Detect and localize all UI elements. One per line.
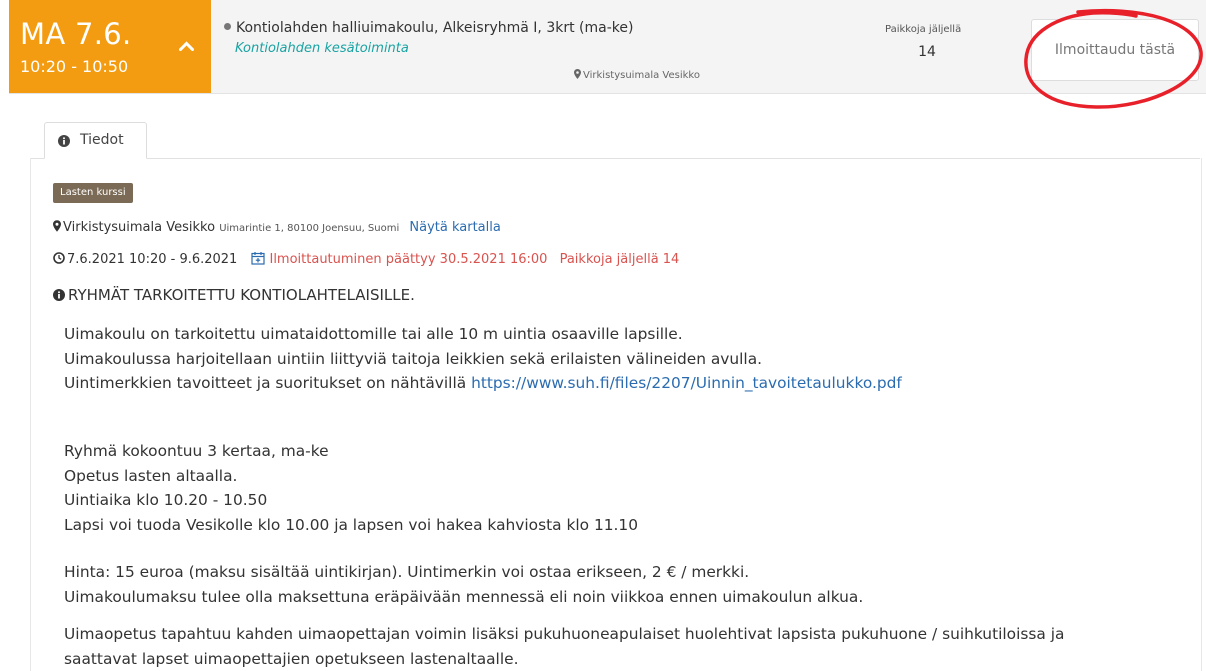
- venue-name: Virkistysuimala Vesikko: [63, 220, 216, 235]
- tab-tiedot[interactable]: Tiedot: [44, 122, 147, 159]
- pdf-link[interactable]: https://www.suh.fi/files/2207/Uinnin_tav…: [471, 374, 902, 392]
- description-line-text: Uintimerkkien tavoitteet ja suoritukset …: [64, 374, 467, 392]
- course-time: 10:20 - 10:50: [20, 57, 129, 76]
- registration-deadline: Ilmoittautuminen päättyy 30.5.2021 16:00: [269, 252, 548, 267]
- venue-address: Uimarintie 1, 80100 Joensuu, Suomi: [219, 223, 400, 234]
- tab-label: Tiedot: [80, 132, 124, 148]
- venue-line: Virkistysuimala Vesikko Uimarintie 1, 80…: [53, 220, 501, 235]
- date-box[interactable]: MA 7.6. 10:20 - 10:50: [9, 0, 211, 93]
- info-circle-icon: [53, 289, 65, 301]
- description-line: Uimaopetus tapahtuu kahden uimaopettajan…: [64, 625, 1065, 643]
- notice-text: RYHMÄT TARKOITETTU KONTIOLAHTELAISILLE.: [68, 286, 415, 304]
- spots-count: 14: [918, 44, 936, 60]
- description-line: Uintiaika klo 10.20 - 10.50: [64, 491, 268, 509]
- description-line: saattavat lapset uimaopettajien opetukse…: [64, 649, 519, 668]
- description-schedule: Ryhmä kokoontuu 3 kertaa, ma-ke Opetus l…: [64, 439, 638, 537]
- course-dates: 7.6.2021 10:20 - 9.6.2021: [67, 252, 238, 267]
- clock-icon: [53, 252, 65, 264]
- info-circle-icon: [58, 135, 70, 147]
- notice-line: RYHMÄT TARKOITETTU KONTIOLAHTELAISILLE.: [53, 286, 415, 304]
- bullet-dot-icon: [224, 23, 231, 30]
- description-line: Hinta: 15 euroa (maksu sisältää uintikir…: [64, 563, 750, 581]
- category-badge: Lasten kurssi: [53, 183, 133, 203]
- course-title: Kontiolahden halliuimakoulu, Alkeisryhmä…: [224, 20, 633, 36]
- course-title-text: Kontiolahden halliuimakoulu, Alkeisryhmä…: [236, 20, 634, 36]
- description-line: Opetus lasten altaalla.: [64, 466, 238, 485]
- course-day: MA 7.6.: [20, 17, 132, 51]
- description-teaching: Uimaopetus tapahtuu kahden uimaopettajan…: [64, 622, 1064, 671]
- calendar-plus-icon: [251, 252, 266, 265]
- description-line: Uimakoulu on tarkoitettu uimataidottomil…: [64, 325, 683, 343]
- description-line: Uimakoulussa harjoitellaan uintiin liitt…: [64, 349, 763, 368]
- spots-left: Paikkoja jäljellä 14: [559, 252, 680, 267]
- description-line: Uimakoulumaksu tulee olla maksettuna erä…: [64, 587, 864, 606]
- description-line: Lapsi voi tuoda Vesikolle klo 10.00 ja l…: [64, 515, 638, 534]
- description-line: Uintimerkkien tavoitteet ja suoritukset …: [64, 371, 902, 396]
- map-pin-icon: [53, 220, 61, 232]
- chevron-up-icon[interactable]: [179, 41, 194, 51]
- description-intro: Uimakoulu on tarkoitettu uimataidottomil…: [64, 322, 902, 396]
- description-price: Hinta: 15 euroa (maksu sisältää uintikir…: [64, 560, 863, 609]
- spots-label: Paikkoja jäljellä: [885, 24, 962, 35]
- description-line: Ryhmä kokoontuu 3 kertaa, ma-ke: [64, 442, 329, 460]
- schedule-line: 7.6.2021 10:20 - 9.6.2021 Ilmoittautumin…: [53, 251, 679, 267]
- map-pin-icon: [574, 69, 581, 79]
- organizer-link[interactable]: Kontiolahden kesätoiminta: [235, 41, 409, 56]
- course-location: Virkistysuimala Vesikko: [574, 69, 700, 81]
- show-map-link[interactable]: Näytä kartalla: [409, 220, 500, 235]
- course-location-text: Virkistysuimala Vesikko: [583, 70, 700, 81]
- highlight-ellipse: [1024, 8, 1203, 109]
